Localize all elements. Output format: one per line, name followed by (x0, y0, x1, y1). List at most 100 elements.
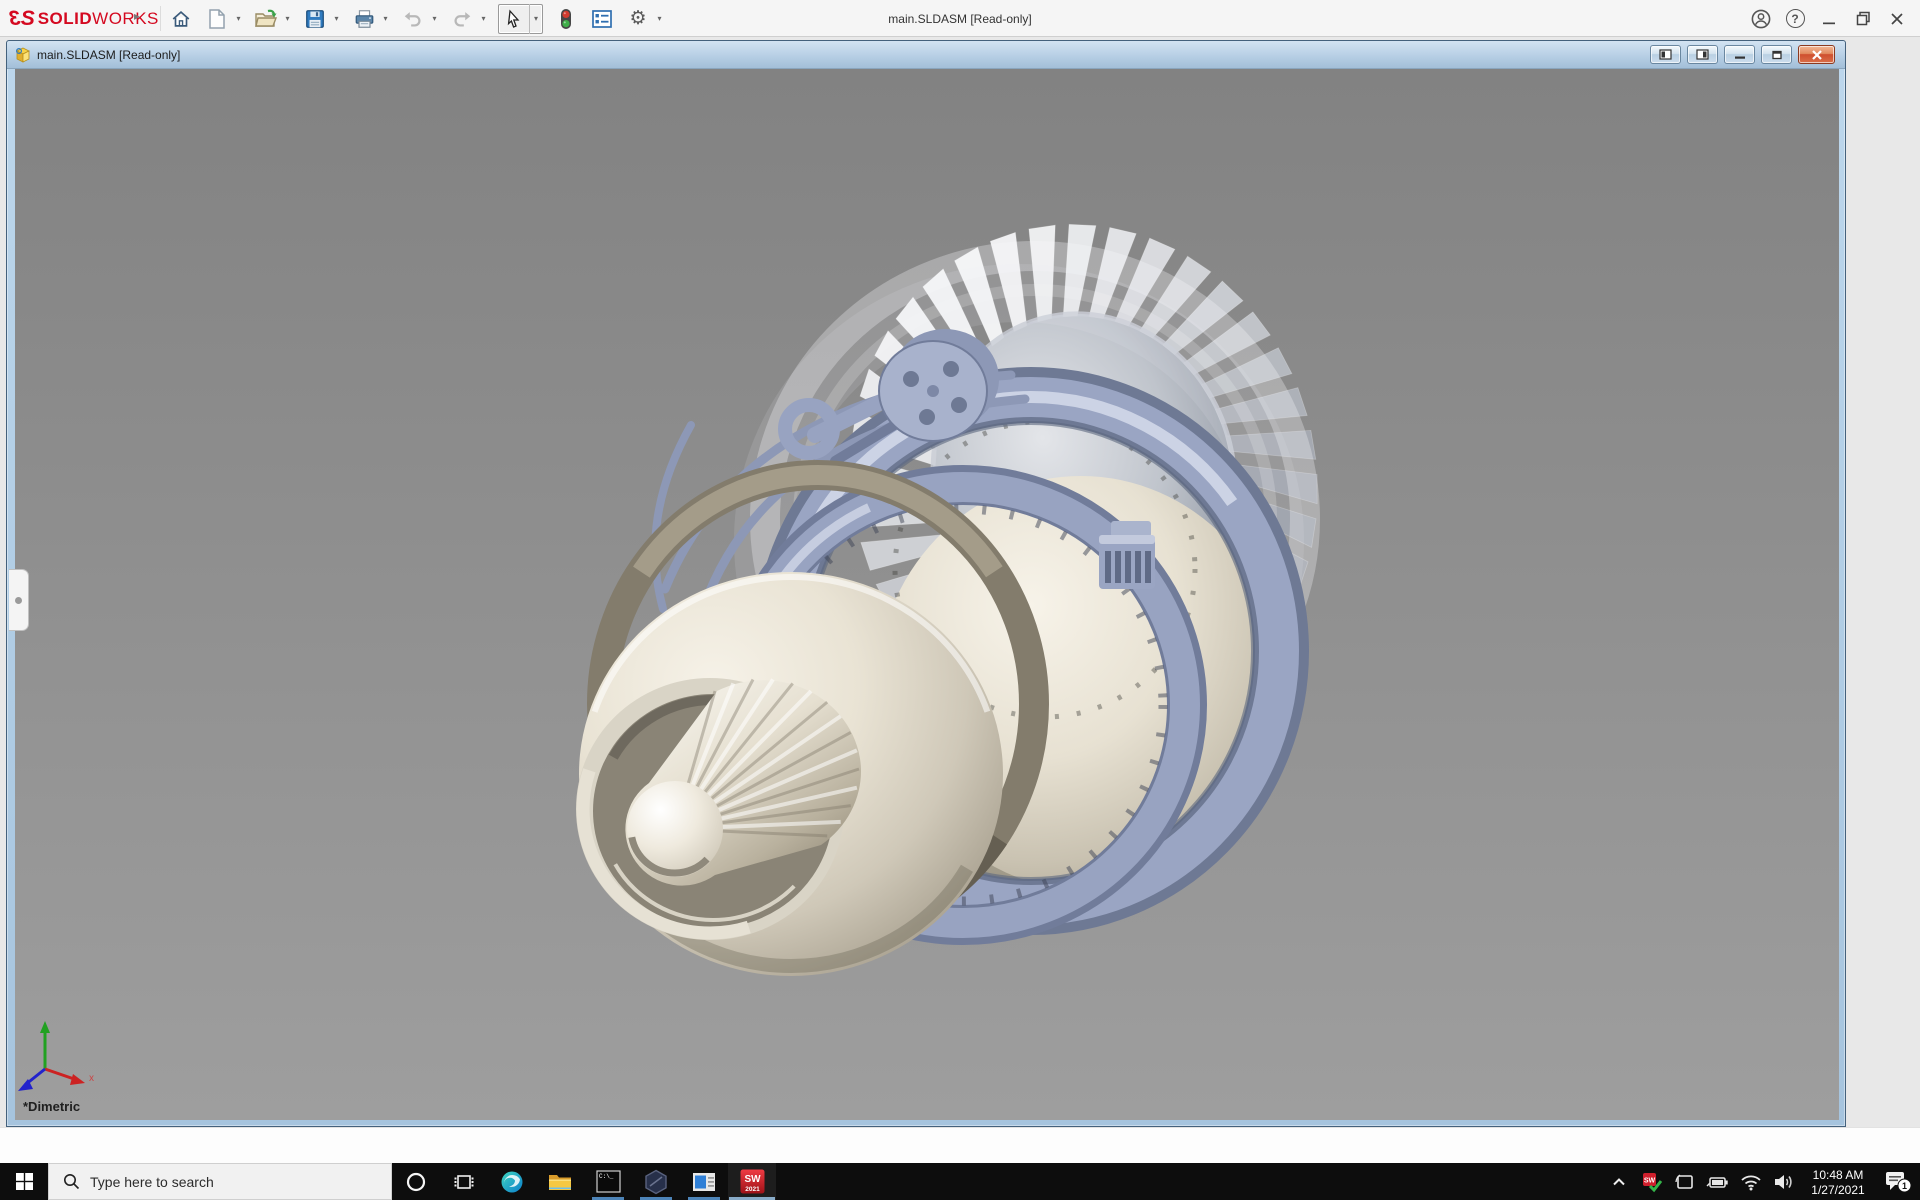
save-icon (306, 9, 324, 28)
new-document-icon (209, 8, 225, 29)
command-prompt-icon: C:\_ (595, 1170, 621, 1193)
menu-expand-arrow[interactable]: ▸ (134, 9, 140, 23)
print-button[interactable] (349, 4, 379, 34)
close-button[interactable] (1880, 4, 1914, 34)
print-dropdown-caret[interactable]: ▾ (379, 4, 392, 34)
desktop: 3S SOLID WORKS ▸ ▾ ▾ ▾ ▾ ▾ ▾ ▾ ⚙ ▾ main.… (0, 0, 1920, 1200)
task-view-button[interactable] (440, 1163, 488, 1200)
home-button[interactable] (166, 4, 196, 34)
help-button[interactable]: ? (1778, 4, 1812, 34)
start-button[interactable] (0, 1163, 48, 1200)
clock-time: 10:48 AM (1812, 1167, 1864, 1182)
taskbar-app-file-explorer[interactable] (536, 1163, 584, 1200)
open-dropdown-caret[interactable]: ▾ (281, 4, 294, 34)
document-titlebar[interactable]: main.SLDASM [Read-only] (7, 41, 1845, 69)
taskbar-search-box[interactable]: Type here to search (48, 1163, 392, 1200)
tray-volume[interactable] (1767, 1163, 1800, 1200)
quick-access-toolbar: ▾ ▾ ▾ ▾ ▾ ▾ ▾ ⚙ ▾ (166, 3, 666, 34)
save-button[interactable] (300, 4, 330, 34)
restore-button[interactable] (1846, 4, 1880, 34)
taskbar-clock[interactable]: 10:48 AM 1/27/2021 (1800, 1166, 1876, 1198)
tray-battery[interactable] (1701, 1163, 1734, 1200)
selection-filter-icon (561, 8, 571, 29)
taskbar-app-solidworks[interactable]: SW 2021 (728, 1163, 776, 1200)
close-icon (1891, 12, 1903, 25)
doc-close-button[interactable] (1798, 45, 1835, 64)
app-window-controls: ? (1744, 0, 1914, 37)
cmd-icon-text: C:\_ (599, 1173, 614, 1180)
clock-date: 1/27/2021 (1811, 1182, 1865, 1197)
graphics-viewport[interactable]: x *Dimetric (15, 69, 1839, 1120)
chevron-up-icon (1612, 1177, 1625, 1185)
minimize-icon (1823, 22, 1835, 24)
options-button[interactable]: ⚙ (623, 4, 653, 34)
tray-wifi[interactable] (1734, 1163, 1767, 1200)
new-document-button[interactable] (202, 4, 232, 34)
open-folder-icon (255, 9, 278, 27)
axis-x-label: x (89, 1073, 94, 1084)
minimize-button[interactable] (1812, 4, 1846, 34)
toolbar-separator (160, 6, 161, 31)
status-bar (0, 1127, 1920, 1163)
cortana-button[interactable] (392, 1163, 440, 1200)
redo-button[interactable] (447, 4, 477, 34)
solidworks-2021-icon: SW 2021 (740, 1169, 764, 1194)
taskbar-app-command-prompt[interactable]: C:\_ (584, 1163, 632, 1200)
open-button[interactable] (251, 4, 281, 34)
logo-mark-icon: 3 (10, 7, 21, 30)
notification-center-button[interactable]: 1 (1876, 1163, 1920, 1200)
undo-icon (404, 11, 421, 27)
volume-icon (1774, 1174, 1792, 1189)
new-dropdown-caret[interactable]: ▾ (232, 4, 245, 34)
split-left-pane-button[interactable] (1650, 45, 1681, 64)
sw-icon-year: 2021 (745, 1186, 760, 1193)
taskbar-app-hexagon[interactable] (632, 1163, 680, 1200)
document-title: main.SLDASM [Read-only] (37, 47, 181, 62)
orientation-triad: x (18, 1021, 94, 1091)
selection-filter-button[interactable] (551, 4, 581, 34)
tablet-mode-icon (1674, 1173, 1693, 1189)
svg-text:SW: SW (1643, 1177, 1655, 1184)
search-placeholder-text: Type here to search (90, 1173, 214, 1190)
undo-button[interactable] (398, 4, 428, 34)
taskbar: Type here to search C:\_ SW 2021 SW 10:4… (0, 1163, 1920, 1200)
brand-solid-text: SOLID (37, 9, 93, 28)
collapse-tab-grip-icon (15, 596, 22, 604)
doc-minimize-button[interactable] (1724, 45, 1755, 64)
split-right-pane-button[interactable] (1687, 45, 1718, 64)
restore-icon (1856, 11, 1870, 26)
assembly-file-icon (15, 47, 30, 63)
account-icon (1751, 9, 1771, 28)
taskbar-app-window[interactable] (680, 1163, 728, 1200)
save-dropdown-caret[interactable]: ▾ (330, 4, 343, 34)
redo-icon (454, 11, 471, 27)
select-tool-group: ▾ (498, 3, 543, 34)
print-icon (355, 9, 373, 28)
doc-restore-button[interactable] (1761, 45, 1792, 64)
feature-tree-collapse-tab[interactable] (9, 569, 29, 631)
wifi-icon (1740, 1175, 1761, 1190)
battery-icon (1706, 1176, 1728, 1188)
select-cursor-button[interactable] (499, 4, 529, 34)
home-icon (172, 10, 190, 27)
account-button[interactable] (1744, 4, 1778, 34)
tray-expand-button[interactable] (1602, 1163, 1635, 1200)
taskbar-app-edge[interactable] (488, 1163, 536, 1200)
notifications-icon: 1 (1886, 1171, 1912, 1192)
redo-dropdown-caret[interactable]: ▾ (477, 4, 490, 34)
search-icon (64, 1174, 80, 1190)
select-dropdown-caret[interactable]: ▾ (529, 3, 542, 34)
doc-close-icon (1811, 49, 1822, 60)
undo-dropdown-caret[interactable]: ▾ (428, 4, 441, 34)
hexagon-app-icon (645, 1169, 667, 1194)
tray-solidworks-status[interactable]: SW (1635, 1163, 1668, 1200)
file-explorer-icon (549, 1174, 571, 1190)
edge-icon (501, 1171, 523, 1192)
engine-3d-model: x (18, 223, 1320, 1091)
options-dropdown-caret[interactable]: ▾ (653, 4, 666, 34)
document-window: main.SLDASM [Read-only] x *Dimetric (6, 40, 1846, 1127)
tray-tablet-mode[interactable] (1668, 1163, 1701, 1200)
display-pane-button[interactable] (587, 4, 617, 34)
options-gear-icon: ⚙ (629, 7, 647, 29)
system-tray: SW 10:48 AM 1/27/2021 1 (1602, 1163, 1920, 1200)
